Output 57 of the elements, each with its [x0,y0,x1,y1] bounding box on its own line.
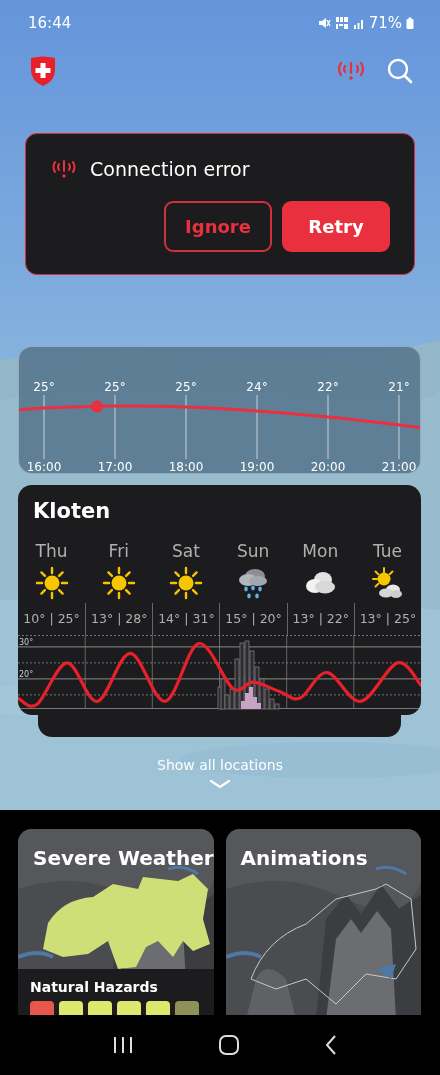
sun-icon [168,566,203,600]
status-time: 16:44 [28,13,72,32]
day-temperatures: 13° | 28° [85,603,153,635]
dialog-button[interactable]: Ignore [164,201,272,252]
day-name: Mon [302,541,339,561]
battery-icon [406,16,414,29]
recent-apps-icon[interactable] [112,1035,134,1055]
day-name: Sun [236,541,270,561]
hour-time: 19:00 [239,460,275,473]
volte-icon [334,15,349,30]
hour-temperature: 21° [388,380,410,394]
tile-card[interactable]: Severe Weather Natural Hazards [18,829,214,1015]
day-name: Fri [108,541,129,561]
battery-level: 71% [368,13,402,32]
hour-gridline [114,394,116,460]
location-name: Kloten [32,498,112,525]
mute-icon [316,15,331,30]
home-icon[interactable] [218,1034,240,1056]
hour-gridline [256,394,258,460]
dialog-button[interactable]: Retry [282,201,390,252]
tile-card[interactable]: Animations [225,829,421,1015]
back-icon[interactable] [324,1034,338,1056]
swiss-shield-logo [29,55,57,87]
tile-subtitle: Natural Hazards [30,979,159,995]
day-temperatures: 15° | 20° [219,603,287,635]
sun-behind-cloud-icon [370,566,405,600]
sun-icon [34,566,69,600]
hour-gridline [398,394,400,460]
tile-title: Severe Weather [32,845,214,870]
hour-time: 17:00 [97,460,133,473]
current-time-marker [91,400,103,413]
hour-time: 16:00 [26,460,62,473]
search-icon[interactable] [386,57,414,85]
day-temperatures: 13° | 25° [353,603,421,635]
hour-temperature: 25° [33,380,55,394]
hour-temperature: 25° [175,380,197,394]
error-message: Connection error [90,158,250,180]
day-temperatures: 14° | 31° [152,603,220,635]
connection-warning-icon [52,158,76,180]
hour-gridline [185,394,187,460]
hour-gridline [43,394,45,460]
hour-time: 21:00 [381,460,417,473]
hour-temperature: 22° [317,380,339,394]
day-name: Sat [171,541,200,561]
hour-gridline [327,394,329,460]
scale-label: 20° [19,669,34,679]
day-name: Tue [372,541,402,561]
sun-icon [101,566,136,600]
day-temperatures: 13° | 22° [286,603,354,635]
scale-label: 30° [19,637,34,647]
day-temperatures: 10° | 25° [22,610,81,628]
hour-temperature: 25° [104,380,126,394]
day-name: Thu [35,541,68,561]
hour-temperature: 24° [246,380,268,394]
hour-time: 18:00 [168,460,204,473]
tile-title: Animations [239,845,369,870]
hour-time: 20:00 [310,460,346,473]
